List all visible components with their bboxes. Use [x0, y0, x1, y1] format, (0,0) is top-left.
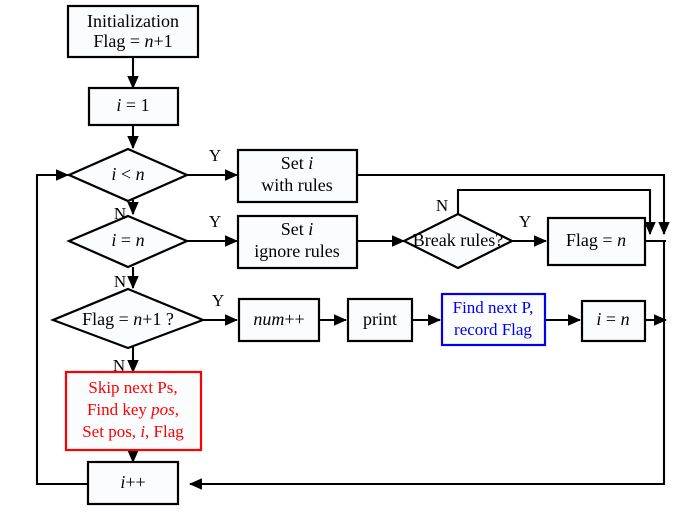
flowchart-canvas: Initialization Flag = n+1 i = 1 i < n i … — [0, 0, 694, 514]
node-decision-i-eq-n-label: i = n — [111, 230, 144, 250]
edge-label-ieq-yes: Y — [209, 212, 221, 231]
edge-label-ilt-yes: Y — [209, 146, 221, 165]
edge-right-rail-bottom — [188, 241, 666, 490]
edge-label-ilt-no: N — [114, 204, 126, 223]
node-set-i-with-rules-line2: with rules — [261, 175, 333, 195]
node-flag-equals-n-label: Flag = n — [566, 230, 626, 250]
node-find-next-p-line1: Find next P, — [453, 298, 534, 317]
node-skip-next-ps-line3: Set pos, i, Flag — [82, 422, 184, 441]
edge-label-flagcheck-no: N — [113, 356, 125, 375]
node-i-equals-1: i = 1 — [87, 86, 180, 127]
node-set-i-ignore-rules-line2: ignore rules — [254, 241, 339, 261]
edge-label-flagcheck-yes: Y — [212, 291, 224, 310]
node-decision-break-rules: Break rules? — [401, 212, 515, 270]
edge-label-break-yes: Y — [519, 212, 531, 231]
node-skip-next-ps-line2: Find key pos, — [87, 400, 179, 419]
node-set-i-with-rules-line1: Set i — [281, 153, 314, 173]
node-i-increment: i++ — [86, 460, 180, 506]
node-initialization-line2: Flag = n+1 — [93, 31, 172, 51]
flowchart-svg: Initialization Flag = n+1 i = 1 i < n i … — [35, 4, 670, 506]
node-num-increment: num++ — [237, 297, 321, 343]
node-flag-equals-n: Flag = n — [546, 216, 647, 267]
edge-label-ieq-no: N — [114, 272, 126, 291]
node-i-set-n: i = n — [580, 299, 647, 343]
node-decision-break-rules-label: Break rules? — [413, 230, 503, 250]
node-decision-i-eq-n: i = n — [66, 214, 190, 269]
node-initialization: Initialization Flag = n+1 — [66, 4, 200, 59]
node-print-label: print — [363, 309, 397, 329]
node-skip-next-ps-line1: Skip next Ps, — [88, 378, 177, 397]
node-print: print — [346, 297, 414, 343]
node-decision-flag-eq-n1: Flag = n+1 ? — [49, 287, 207, 350]
node-decision-i-lt-n: i < n — [66, 147, 190, 203]
node-initialization-line1: Initialization — [87, 11, 179, 31]
node-set-i-with-rules: Set i with rules — [236, 148, 359, 204]
node-decision-flag-eq-n1-label: Flag = n+1 ? — [82, 309, 174, 329]
edge-label-break-no: N — [436, 196, 448, 215]
node-num-increment-label: num++ — [253, 309, 304, 329]
node-skip-next-ps: Skip next Ps, Find key pos, Set pos, i, … — [64, 370, 203, 452]
node-set-i-ignore-rules: Set i ignore rules — [236, 214, 359, 270]
node-set-i-ignore-rules-line1: Set i — [281, 219, 314, 239]
node-i-increment-label: i++ — [120, 472, 145, 492]
node-i-set-n-label: i = n — [596, 309, 629, 329]
node-decision-i-lt-n-label: i < n — [111, 164, 144, 184]
node-i-equals-1-label: i = 1 — [116, 95, 149, 115]
node-find-next-p: Find next P, record Flag — [440, 292, 547, 347]
node-find-next-p-line2: record Flag — [454, 320, 532, 339]
